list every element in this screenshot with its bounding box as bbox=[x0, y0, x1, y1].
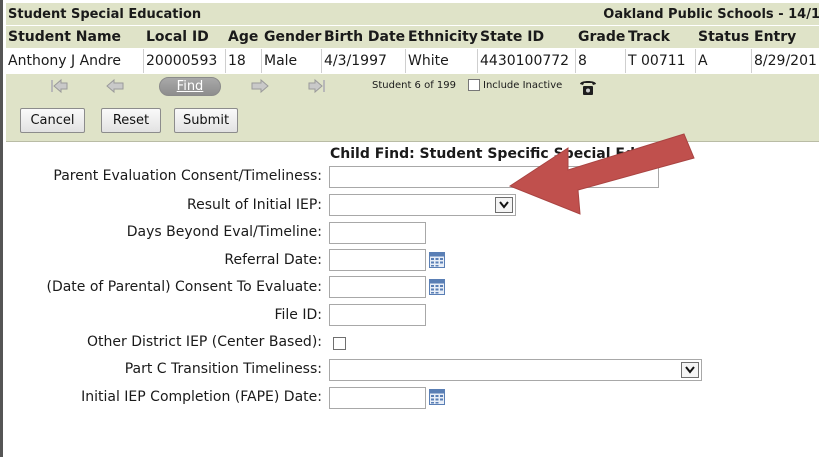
status: A bbox=[696, 49, 752, 73]
referral-date-label: Referral Date: bbox=[224, 252, 322, 268]
find-button[interactable]: Find bbox=[159, 77, 221, 96]
referral-date-input[interactable] bbox=[329, 249, 426, 271]
first-record-icon[interactable] bbox=[50, 78, 68, 94]
consent-to-evaluate-label: (Date of Parental) Consent To Evaluate: bbox=[46, 279, 322, 295]
column-header-birth-date: Birth Date bbox=[324, 29, 406, 45]
local-id: 20000593 bbox=[144, 49, 226, 73]
include-inactive-label: Include Inactive bbox=[483, 79, 563, 91]
parent-evaluation-consent-label: Parent Evaluation Consent/Timeliness: bbox=[53, 168, 322, 184]
consent-to-evaluate-input[interactable] bbox=[329, 276, 426, 298]
grade: 8 bbox=[576, 49, 626, 73]
phone-icon[interactable] bbox=[578, 77, 598, 97]
days-beyond-eval-label: Days Beyond Eval/Timeline: bbox=[126, 224, 322, 240]
column-header-track: Track bbox=[628, 29, 670, 45]
page-frame: Student Special Education Oakland Public… bbox=[0, 0, 819, 457]
gender: Male bbox=[262, 49, 322, 73]
consent-date-calendar-icon[interactable] bbox=[429, 279, 445, 295]
days-beyond-eval-input[interactable] bbox=[329, 222, 426, 244]
file-id-label: File ID: bbox=[274, 307, 322, 323]
birth-date: 4/3/1997 bbox=[322, 49, 406, 73]
title-bar: Student Special Education Oakland Public… bbox=[6, 3, 819, 25]
chevron-down-icon[interactable] bbox=[681, 362, 699, 378]
file-id-input[interactable] bbox=[329, 304, 426, 326]
include-inactive-toggle[interactable]: Include Inactive bbox=[468, 79, 562, 91]
column-header-grade: Grade bbox=[578, 29, 626, 45]
iep-completion-calendar-icon[interactable] bbox=[429, 389, 445, 405]
cancel-button[interactable]: Cancel bbox=[20, 108, 85, 133]
student-table-header: Student Name Local ID Age Gender Birth D… bbox=[6, 26, 819, 48]
record-navigation-bar: Find Student 6 of 199 Include Inactive bbox=[6, 74, 819, 100]
last-record-icon[interactable] bbox=[308, 78, 326, 94]
ethnicity: White bbox=[406, 49, 478, 73]
column-header-state-id: State ID bbox=[480, 29, 545, 45]
initial-iep-completion-label: Initial IEP Completion (FAPE) Date: bbox=[81, 389, 322, 405]
track: T 00711 bbox=[626, 49, 696, 73]
part-c-transition-label: Part C Transition Timeliness: bbox=[124, 361, 322, 377]
other-district-iep-label: Other District IEP (Center Based): bbox=[87, 334, 322, 350]
initial-iep-completion-input[interactable] bbox=[329, 387, 426, 409]
part-c-transition-select[interactable] bbox=[329, 359, 702, 381]
submit-button[interactable]: Submit bbox=[174, 108, 238, 133]
column-header-student-name: Student Name bbox=[8, 29, 122, 45]
result-initial-iep-label: Result of Initial IEP: bbox=[187, 197, 322, 213]
column-header-age: Age bbox=[228, 29, 259, 45]
state-id: 4430100772 bbox=[478, 49, 576, 73]
referral-date-calendar-icon[interactable] bbox=[429, 252, 445, 268]
column-header-ethnicity: Ethnicity bbox=[408, 29, 478, 45]
column-header-entry: Entry bbox=[754, 29, 797, 45]
column-header-status: Status bbox=[698, 29, 750, 45]
reset-button[interactable]: Reset bbox=[101, 108, 161, 133]
student-table-row: Anthony J Andre 20000593 18 Male 4/3/199… bbox=[6, 49, 819, 73]
previous-record-icon[interactable] bbox=[106, 78, 124, 94]
column-header-gender: Gender bbox=[264, 29, 322, 45]
column-header-local-id: Local ID bbox=[146, 29, 209, 45]
include-inactive-checkbox[interactable] bbox=[468, 79, 480, 91]
result-initial-iep-select[interactable] bbox=[329, 194, 516, 216]
student-name: Anthony J Andre bbox=[6, 49, 144, 73]
next-record-icon[interactable] bbox=[251, 78, 269, 94]
module-title: Student Special Education bbox=[8, 6, 202, 22]
record-counter: Student 6 of 199 bbox=[372, 80, 456, 91]
district-name: Oakland Public Schools - 14/1 bbox=[603, 6, 819, 22]
annotation-arrow-icon bbox=[508, 133, 695, 215]
entry-date: 8/29/201 bbox=[754, 53, 817, 69]
other-district-iep-checkbox[interactable] bbox=[333, 337, 346, 350]
age: 18 bbox=[226, 49, 262, 73]
